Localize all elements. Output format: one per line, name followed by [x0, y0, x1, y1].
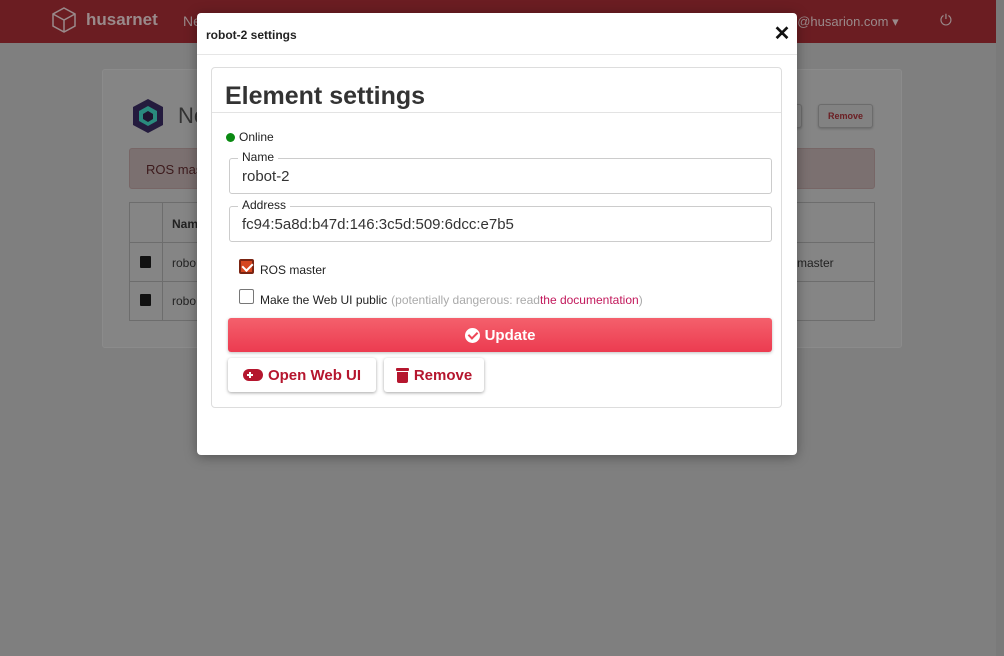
- remove-button[interactable]: Remove: [384, 358, 484, 392]
- ros-master-option: ROS master: [239, 256, 326, 277]
- name-field-legend: Name: [238, 150, 279, 164]
- caret-down-icon: ▾: [892, 14, 899, 29]
- web-ui-warning-suffix: ): [638, 293, 643, 307]
- web-ui-warning-prefix: (potentially dangerous: read: [391, 293, 540, 307]
- open-web-ui-label: Open Web UI: [267, 366, 362, 384]
- name-input[interactable]: [242, 168, 762, 185]
- gamepad-icon: [242, 369, 263, 381]
- row-ros-master: master: [797, 256, 834, 270]
- web-ui-public-checkbox[interactable]: [239, 289, 254, 304]
- modal-header: robot-2 settings ✕: [197, 13, 797, 55]
- user-email: e@husarion.com: [790, 14, 889, 29]
- page-scrollbar[interactable]: [996, 0, 1004, 656]
- close-icon[interactable]: ✕: [773, 24, 791, 44]
- user-menu[interactable]: e@husarion.com ▾: [790, 14, 899, 30]
- chip-icon: [140, 256, 151, 268]
- web-ui-public-label[interactable]: Make the Web UI public: [260, 293, 387, 307]
- ros-master-label[interactable]: ROS master: [260, 263, 326, 277]
- element-settings-panel: Element settings Online Name Address ROS…: [211, 67, 782, 408]
- brand-name: husarnet: [86, 10, 158, 29]
- network-logo-icon: [133, 99, 163, 133]
- brand[interactable]: husarnet: [50, 6, 158, 34]
- table-divider: [162, 203, 163, 320]
- address-input[interactable]: [242, 216, 762, 233]
- power-icon[interactable]: ⏻: [940, 12, 952, 29]
- table-header-name: Nam: [172, 217, 199, 231]
- address-field[interactable]: Address: [229, 198, 772, 242]
- web-ui-public-option: Make the Web UI public (potentially dang…: [239, 286, 643, 307]
- panel-title: Element settings: [225, 82, 426, 110]
- status-label: Online: [239, 130, 274, 144]
- check-circle-icon: [464, 327, 480, 343]
- bg-remove-button[interactable]: Remove: [818, 104, 873, 128]
- trash-icon: [395, 367, 409, 383]
- address-field-legend: Address: [238, 198, 291, 212]
- update-button[interactable]: Update: [228, 318, 772, 352]
- documentation-link[interactable]: the documentation: [540, 293, 639, 307]
- modal-title: robot-2 settings: [206, 28, 297, 42]
- status-dot-icon: [226, 132, 235, 142]
- online-status: Online: [226, 130, 274, 144]
- ros-master-checkbox[interactable]: [239, 259, 254, 274]
- update-button-label: Update: [484, 326, 536, 344]
- husarnet-logo-icon: [52, 7, 76, 33]
- settings-modal: robot-2 settings ✕ Element settings Onli…: [197, 13, 797, 455]
- open-web-ui-button[interactable]: Open Web UI: [228, 358, 376, 392]
- chip-icon: [140, 294, 151, 306]
- panel-header: Element settings: [212, 68, 781, 113]
- row-name: robo: [172, 256, 197, 270]
- remove-button-label: Remove: [413, 366, 473, 384]
- name-field[interactable]: Name: [229, 150, 772, 194]
- row-name: robo: [172, 294, 197, 308]
